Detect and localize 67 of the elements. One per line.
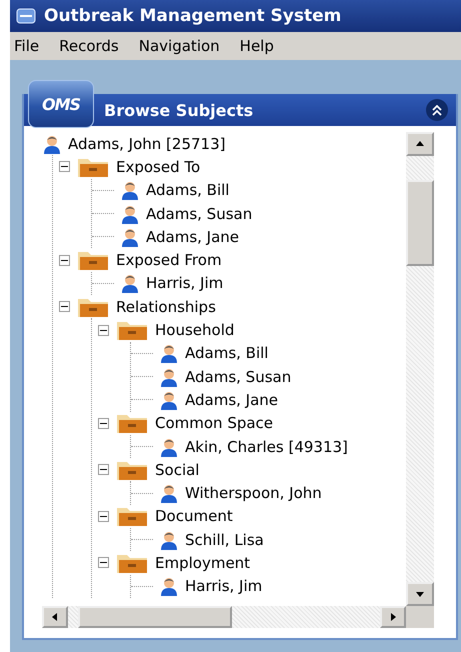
app-icon bbox=[16, 8, 36, 24]
panel-title: Browse Subjects bbox=[104, 100, 254, 120]
person-icon bbox=[120, 180, 140, 200]
folder-label[interactable]: Exposed From bbox=[116, 251, 222, 270]
person-icon bbox=[159, 343, 179, 364]
person-icon bbox=[120, 273, 140, 294]
subject-name[interactable]: Harris, Jim bbox=[185, 577, 262, 596]
scroll-left-button[interactable] bbox=[42, 606, 68, 628]
collapse-button[interactable] bbox=[426, 99, 448, 121]
folder-icon bbox=[115, 505, 149, 528]
person-icon bbox=[120, 226, 140, 247]
subject-name[interactable]: Schill, Lisa bbox=[185, 530, 264, 549]
collapse-toggle[interactable] bbox=[98, 557, 109, 568]
subject-name[interactable]: Witherspoon, John bbox=[185, 484, 322, 502]
scroll-up-button[interactable] bbox=[406, 132, 434, 156]
subject-name[interactable]: Adams, Susan bbox=[146, 204, 252, 223]
subject-name[interactable]: Adams, Jane bbox=[146, 228, 240, 246]
subject-name[interactable]: Akin, Charles [49313] bbox=[185, 438, 348, 456]
vertical-scrollbar[interactable] bbox=[406, 132, 434, 606]
scroll-down-button[interactable] bbox=[406, 582, 434, 606]
folder-label[interactable]: Document bbox=[155, 507, 233, 526]
collapse-toggle[interactable] bbox=[59, 301, 70, 312]
person-icon bbox=[159, 576, 179, 596]
person-icon bbox=[120, 204, 140, 224]
subject-name[interactable]: Adams, Jane bbox=[185, 390, 278, 409]
folder-icon bbox=[115, 412, 149, 434]
collapse-toggle[interactable] bbox=[98, 464, 109, 476]
collapse-toggle[interactable] bbox=[98, 324, 109, 336]
logo: OMS bbox=[28, 80, 94, 128]
subject-name[interactable]: Adams, Bill bbox=[185, 344, 268, 362]
menu-item[interactable]: Records bbox=[59, 37, 119, 55]
subject-name[interactable]: Adams, Bill bbox=[146, 181, 230, 200]
menu-item[interactable]: Navigation bbox=[138, 37, 220, 55]
subject-name[interactable]: Harris, Jim bbox=[146, 274, 224, 292]
window-title: Outbreak Management System bbox=[44, 6, 342, 26]
folder-label[interactable]: Relationships bbox=[116, 298, 216, 316]
person-icon bbox=[159, 483, 179, 504]
folder-label[interactable]: Social bbox=[155, 460, 200, 479]
horizontal-scrollbar[interactable] bbox=[42, 606, 406, 628]
subject-name[interactable]: Adams, John [25713] bbox=[68, 134, 226, 153]
subject-name[interactable]: Adams, Susan bbox=[185, 368, 292, 386]
menu-item[interactable]: File bbox=[14, 37, 40, 55]
collapse-toggle[interactable] bbox=[98, 510, 109, 522]
collapse-toggle[interactable] bbox=[59, 161, 70, 172]
arrow-right-icon bbox=[388, 612, 398, 622]
person-icon bbox=[159, 366, 179, 387]
collapse-toggle[interactable] bbox=[98, 418, 109, 429]
folder-label[interactable]: Household bbox=[155, 321, 234, 340]
scroll-right-button[interactable] bbox=[380, 606, 406, 628]
folder-icon bbox=[115, 319, 149, 342]
arrow-up-icon bbox=[415, 139, 425, 149]
scrollbar-corner bbox=[406, 606, 434, 628]
collapse-toggle[interactable] bbox=[59, 254, 70, 266]
scroll-thumb[interactable] bbox=[78, 606, 232, 628]
person-icon bbox=[159, 436, 179, 456]
folder-label[interactable]: Employment bbox=[155, 554, 250, 572]
scroll-thumb[interactable] bbox=[406, 180, 434, 266]
menu-item[interactable]: Help bbox=[240, 37, 274, 55]
person-icon bbox=[42, 134, 62, 154]
folder-icon bbox=[76, 249, 110, 272]
chevrons-up-icon bbox=[432, 104, 442, 116]
folder-label[interactable]: Exposed To bbox=[116, 158, 200, 176]
folder-label[interactable]: Common Space bbox=[155, 414, 274, 432]
arrow-down-icon bbox=[415, 589, 425, 599]
person-icon bbox=[159, 390, 179, 410]
arrow-left-icon bbox=[50, 612, 60, 622]
person-icon bbox=[159, 530, 179, 550]
